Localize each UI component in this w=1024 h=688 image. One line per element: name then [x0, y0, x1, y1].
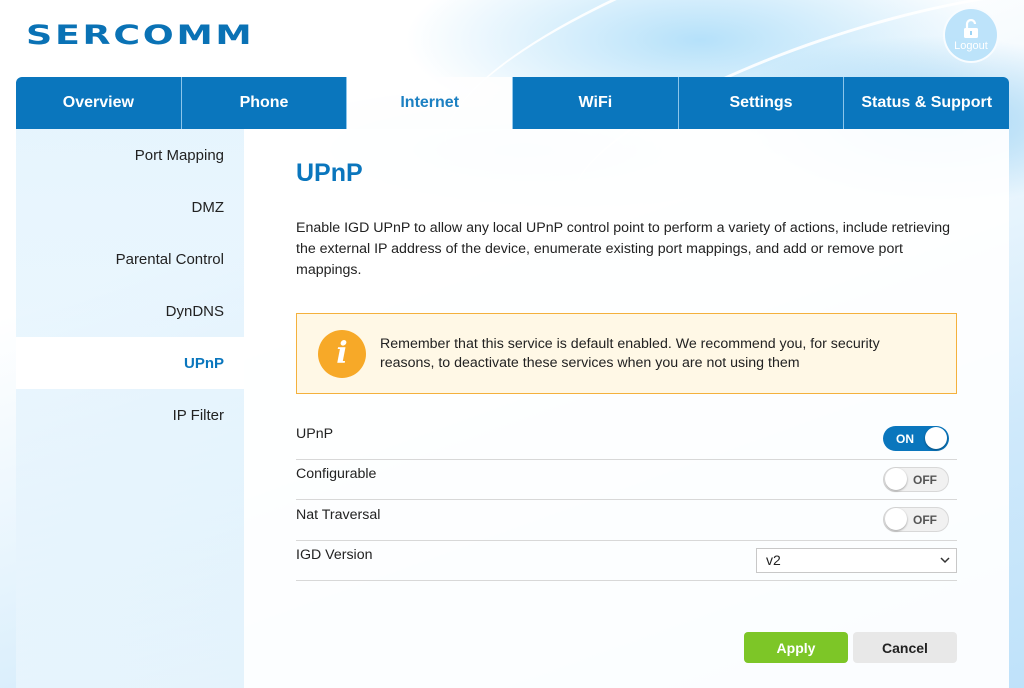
- setting-row-configurable: Configurable OFF: [296, 460, 957, 500]
- configurable-label: Configurable: [296, 466, 377, 483]
- setting-row-nat-traversal: Nat Traversal OFF: [296, 500, 957, 541]
- tab-wifi[interactable]: WiFi: [513, 77, 679, 129]
- page-title: UPnP: [296, 159, 363, 187]
- sidebar-item-parental-control[interactable]: Parental Control: [16, 233, 244, 285]
- configurable-toggle-state: OFF: [913, 472, 937, 487]
- main-nav-tabs: Overview Phone Internet WiFi Settings St…: [16, 77, 1010, 129]
- content-panel: UPnP Enable IGD UPnP to allow any local …: [244, 129, 1009, 688]
- tab-internet[interactable]: Internet: [347, 77, 514, 129]
- sidebar-item-port-mapping[interactable]: Port Mapping: [16, 129, 244, 181]
- igd-version-value: v2: [766, 552, 781, 569]
- setting-row-igd-version: IGD Version v2: [296, 541, 957, 581]
- tab-overview[interactable]: Overview: [16, 77, 182, 129]
- nat-traversal-toggle-state: OFF: [913, 513, 937, 528]
- igd-version-label: IGD Version: [296, 547, 373, 564]
- toggle-knob: [885, 508, 907, 531]
- nat-traversal-toggle[interactable]: OFF: [883, 507, 949, 533]
- apply-button[interactable]: Apply: [744, 632, 848, 663]
- info-icon: i: [318, 329, 366, 378]
- sercomm-logo: SERCOMM: [26, 20, 255, 51]
- cancel-button[interactable]: Cancel: [853, 632, 957, 663]
- logout-label: Logout: [954, 39, 988, 52]
- setting-row-upnp: UPnP ON: [296, 419, 957, 460]
- upnp-toggle-state: ON: [896, 432, 914, 447]
- logout-button[interactable]: Logout: [943, 7, 999, 63]
- security-notice: i Remember that this service is default …: [296, 313, 957, 394]
- sidebar-item-dmz[interactable]: DMZ: [16, 181, 244, 233]
- upnp-label: UPnP: [296, 425, 334, 442]
- sidebar-item-dyndns[interactable]: DynDNS: [16, 285, 244, 337]
- igd-version-select[interactable]: v2: [756, 547, 957, 573]
- settings-list: UPnP ON Configurable OFF Nat Traversal O…: [296, 419, 957, 581]
- tab-phone[interactable]: Phone: [181, 77, 348, 129]
- page-description: Enable IGD UPnP to allow any local UPnP …: [296, 220, 951, 278]
- configurable-toggle[interactable]: OFF: [883, 466, 949, 492]
- unlock-icon: [964, 18, 978, 38]
- upnp-toggle[interactable]: ON: [883, 426, 949, 452]
- tab-settings[interactable]: Settings: [678, 77, 845, 129]
- sidebar-item-upnp[interactable]: UPnP: [16, 337, 244, 389]
- header: SERCOMM Logout: [0, 0, 1024, 78]
- tab-status-support[interactable]: Status & Support: [844, 77, 1010, 129]
- toggle-knob: [925, 427, 947, 450]
- nat-traversal-label: Nat Traversal: [296, 506, 381, 523]
- notice-text: Remember that this service is default en…: [380, 335, 880, 371]
- sidebar-item-ip-filter[interactable]: IP Filter: [16, 389, 244, 441]
- sidebar: Port Mapping DMZ Parental Control DynDNS…: [16, 129, 244, 688]
- toggle-knob: [885, 467, 907, 490]
- chevron-down-icon: [940, 557, 950, 564]
